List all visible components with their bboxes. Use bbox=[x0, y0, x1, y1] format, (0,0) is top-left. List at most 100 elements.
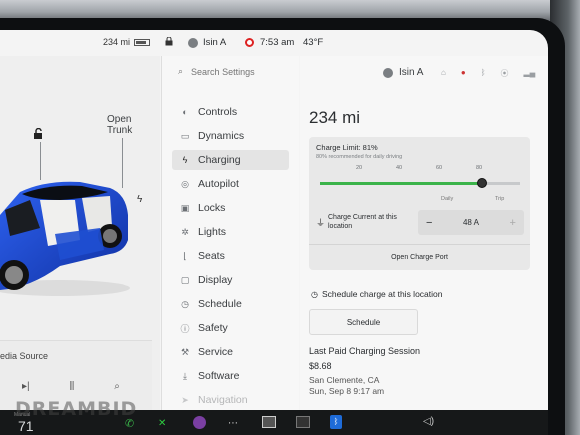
equalizer-icon[interactable]: ⫼ bbox=[70, 381, 75, 392]
nav-item-navigation[interactable]: ➤ Navigation bbox=[172, 390, 289, 410]
steering-wheel-icon: ◎ bbox=[181, 178, 189, 189]
record-icon bbox=[245, 38, 254, 47]
last-session-date: Sun, Sep 8 9:17 am bbox=[309, 386, 385, 396]
nav-item-safety[interactable]: ⓘ Safety bbox=[172, 318, 289, 338]
nav-item-label: Lights bbox=[198, 226, 227, 238]
tick-label: 40 bbox=[396, 165, 403, 171]
bolt-icon: ϟ bbox=[182, 155, 188, 165]
nav-item-label: Navigation bbox=[198, 394, 248, 406]
info-icon: ⓘ bbox=[180, 323, 190, 334]
schedule-button[interactable]: Schedule bbox=[309, 309, 418, 335]
calendar-icon[interactable] bbox=[296, 416, 310, 428]
bluetooth-icon[interactable]: ᛒ bbox=[481, 68, 486, 79]
nav-item-autopilot[interactable]: ◎ Autopilot bbox=[172, 174, 289, 194]
nav-item-controls[interactable]: ◐ Controls bbox=[172, 102, 289, 122]
nav-item-label: Safety bbox=[198, 322, 228, 334]
frunk-unlock-icon[interactable] bbox=[33, 128, 44, 140]
open-charge-port-button[interactable]: Open Charge Port bbox=[309, 254, 530, 261]
status-icons: ⌂ ● ᛒ ⦿ ▂▄ bbox=[441, 68, 535, 79]
settings-search[interactable]: ⌕ bbox=[178, 66, 302, 77]
range-heading: 234 mi bbox=[309, 108, 361, 127]
nav-item-seats[interactable]: ⌊ Seats bbox=[172, 246, 289, 266]
more-apps-icon[interactable]: ⋯ bbox=[228, 418, 238, 429]
nav-item-display[interactable]: ▢ Display bbox=[172, 270, 289, 290]
wifi-icon[interactable]: ⦿ bbox=[501, 68, 509, 79]
nav-item-label: Autopilot bbox=[198, 178, 239, 190]
tick-label: 60 bbox=[436, 165, 443, 171]
driver-profile[interactable]: Isin A bbox=[188, 37, 226, 48]
nav-item-lights[interactable]: ✲ Lights bbox=[172, 222, 289, 242]
last-session-location: San Clemente, CA bbox=[309, 375, 380, 385]
nav-item-label: Charging bbox=[198, 154, 241, 166]
schedule-charge-link[interactable]: ◷ Schedule charge at this location bbox=[311, 289, 442, 299]
navigation-icon: ➤ bbox=[181, 394, 189, 405]
open-trunk-line1: Open bbox=[107, 114, 132, 125]
charge-limit-subtitle: 80% recommended for daily driving bbox=[316, 154, 403, 160]
search-icon: ⌕ bbox=[178, 66, 184, 76]
download-icon: ⤓ bbox=[183, 370, 187, 381]
daily-label: Daily bbox=[441, 196, 454, 202]
profile-button[interactable]: Isin A bbox=[383, 67, 423, 78]
open-trunk-button[interactable]: Open Trunk bbox=[107, 114, 132, 136]
card-divider bbox=[309, 244, 530, 245]
nav-item-label: Service bbox=[198, 346, 234, 358]
status-range: 234 mi bbox=[103, 37, 151, 47]
driver-name: Isin A bbox=[203, 37, 227, 48]
display-icon: ▢ bbox=[180, 274, 190, 285]
bluetooth-app-icon[interactable]: ᛒ bbox=[330, 415, 342, 429]
nav-item-label: Display bbox=[198, 274, 233, 286]
light-icon: ✲ bbox=[181, 226, 189, 237]
lock-icon: ▣ bbox=[180, 202, 190, 213]
speed-readout[interactable]: 71 bbox=[18, 418, 34, 434]
nav-item-locks[interactable]: ▣ Locks bbox=[172, 198, 289, 218]
media-source-label[interactable]: edia Source bbox=[0, 351, 48, 361]
lock-icon[interactable] bbox=[165, 37, 173, 46]
clock-icon: ◷ bbox=[181, 298, 189, 309]
profile-name: Isin A bbox=[399, 67, 424, 78]
signal-icon[interactable]: ▂▄ bbox=[524, 68, 536, 79]
schedule-charge-text: Schedule charge at this location bbox=[321, 289, 443, 299]
nav-item-label: Seats bbox=[198, 250, 225, 262]
decrease-current-button[interactable]: − bbox=[426, 217, 432, 229]
status-bar: 234 mi Isin A 7:53 am 43°F bbox=[0, 30, 548, 56]
outside-temperature: 43°F bbox=[303, 37, 324, 48]
clock-time: 7:53 am bbox=[260, 37, 295, 48]
trip-label: Trip bbox=[495, 196, 505, 202]
charge-limit-knob[interactable] bbox=[477, 178, 487, 188]
home-icon[interactable]: ⌂ bbox=[441, 68, 446, 79]
increase-current-button[interactable]: + bbox=[510, 217, 516, 229]
nav-item-service[interactable]: ⚒ Service bbox=[172, 342, 289, 362]
wrench-icon: ⚒ bbox=[180, 346, 190, 357]
user-icon bbox=[188, 37, 198, 48]
nav-item-label: Schedule bbox=[198, 298, 242, 310]
dashcam-status[interactable]: 7:53 am bbox=[245, 37, 294, 48]
nav-item-label: Locks bbox=[198, 202, 226, 214]
tick-label: 80 bbox=[476, 165, 483, 171]
nav-item-label: Software bbox=[198, 370, 240, 382]
tick-label: 20 bbox=[356, 165, 363, 171]
battery-icon bbox=[134, 38, 151, 46]
nav-item-software[interactable]: ⤓ Software bbox=[172, 366, 289, 386]
nav-item-schedule[interactable]: ◷ Schedule bbox=[172, 294, 289, 314]
open-trunk-line2: Trunk bbox=[107, 125, 133, 136]
search-icon[interactable]: ⌕ bbox=[114, 381, 120, 392]
charge-port-bolt-icon[interactable]: ϟ bbox=[137, 194, 142, 205]
toybox-icon[interactable] bbox=[262, 416, 276, 428]
next-track-icon[interactable]: ▸| bbox=[22, 381, 30, 392]
range-text: 234 mi bbox=[103, 37, 131, 47]
car-model-image bbox=[0, 181, 130, 296]
charge-current-value: 48 A bbox=[462, 218, 479, 227]
nav-item-charging[interactable]: ϟ Charging bbox=[172, 150, 289, 170]
search-input[interactable] bbox=[191, 66, 302, 77]
last-session-amount: $8.68 bbox=[309, 361, 332, 371]
volume-icon[interactable]: ◁) bbox=[423, 416, 434, 427]
nav-item-dynamics[interactable]: ▭ Dynamics bbox=[172, 126, 289, 146]
shuffle-icon[interactable]: ✕ bbox=[158, 418, 166, 429]
nav-item-label: Controls bbox=[198, 106, 238, 118]
car-icon: ▭ bbox=[180, 130, 190, 141]
charge-limit-title: Charge Limit: 81% bbox=[316, 143, 378, 152]
media-app-icon[interactable] bbox=[193, 416, 206, 429]
bell-icon[interactable]: ● bbox=[461, 68, 466, 79]
watermark: DREAMBID bbox=[15, 398, 138, 420]
charge-current-stepper: − 48 A + bbox=[418, 210, 524, 235]
